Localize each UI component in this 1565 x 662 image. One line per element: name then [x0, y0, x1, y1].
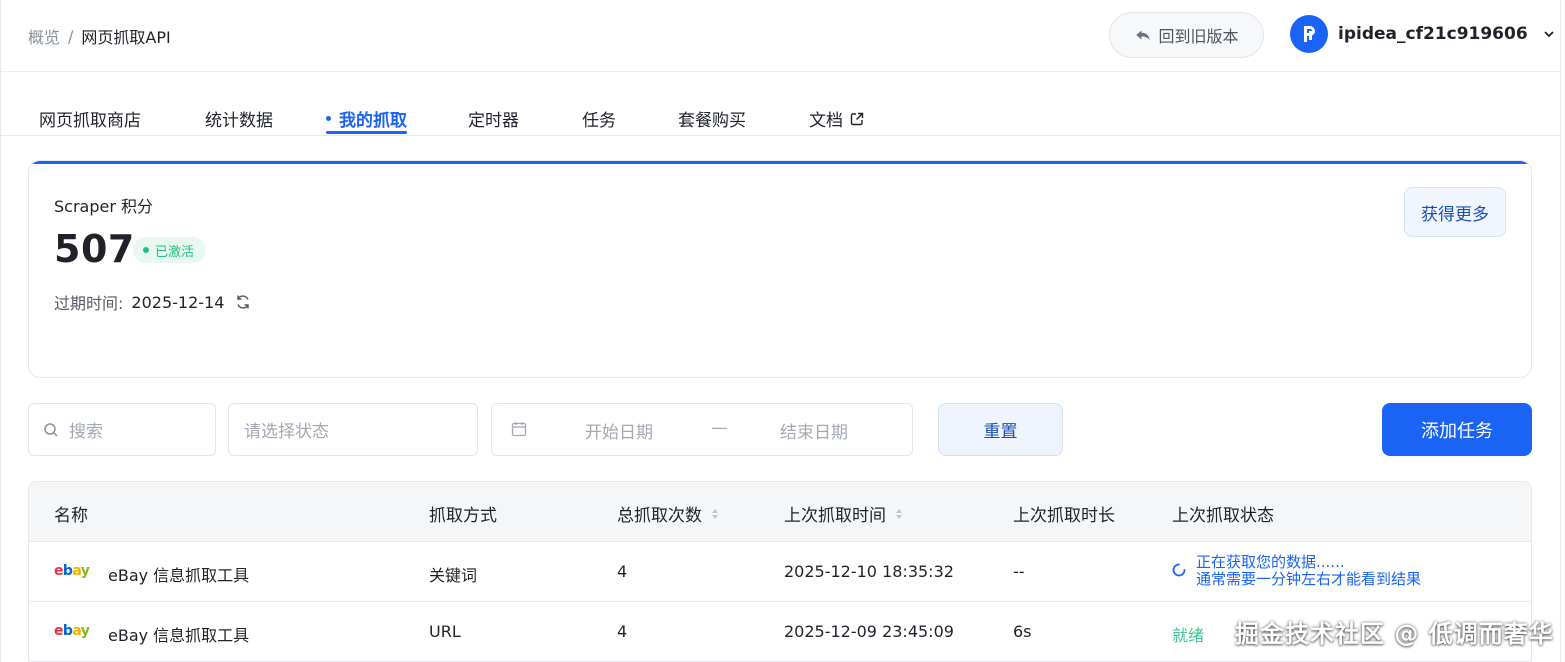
card-accent-line — [29, 161, 1531, 164]
scraper-credits-card: Scraper 积分 507 已激活 过期时间: 2025-12-14 获得更多 — [28, 160, 1532, 378]
tab-my-scrapes[interactable]: 我的抓取 — [326, 106, 407, 131]
reply-arrow-icon — [1136, 30, 1151, 41]
row-status-running: 正在获取您的数据...... 通常需要一分钟左右才能看到结果 — [1172, 554, 1421, 588]
column-header-last-duration: 上次抓取时长 — [1013, 501, 1115, 526]
expire-label: 过期时间: — [54, 294, 124, 313]
row-last-time: 2025-12-09 23:45:09 — [784, 622, 954, 641]
row-method: URL — [429, 622, 461, 641]
username: ipidea_cf21c919606 — [1338, 24, 1528, 44]
tab-label: 网页抓取商店 — [39, 111, 141, 131]
ebay-logo-icon: ebay — [54, 623, 90, 639]
sort-icon[interactable] — [710, 507, 720, 521]
status-line-2: 通常需要一分钟左右才能看到结果 — [1196, 570, 1422, 588]
breadcrumb-current: 网页抓取API — [81, 28, 171, 47]
back-button-label: 回到旧版本 — [1158, 27, 1239, 46]
active-tab-indicator — [326, 131, 407, 134]
tab-scheduler[interactable]: 定时器 — [468, 106, 519, 131]
row-method: 关键词 — [429, 566, 478, 585]
row-count: 4 — [617, 622, 628, 641]
breadcrumb-root[interactable]: 概览 — [28, 24, 60, 48]
status-select[interactable]: 请选择状态 — [228, 403, 478, 456]
credits-value: 507 — [54, 227, 135, 271]
tab-tasks[interactable]: 任务 — [582, 106, 616, 131]
search-input[interactable]: 搜索 — [28, 403, 216, 456]
tab-label: 统计数据 — [205, 111, 273, 131]
reset-button[interactable]: 重置 — [938, 403, 1063, 456]
breadcrumb: 概览 / 网页抓取API — [28, 24, 171, 48]
table-row[interactable]: ebay eBay 信息抓取工具 关键词 4 2025-12-10 18:35:… — [29, 542, 1531, 602]
user-menu[interactable]: ipidea_cf21c919606 — [1290, 15, 1556, 53]
back-to-old-version-button[interactable]: 回到旧版本 — [1109, 12, 1264, 58]
credits-title: Scraper 积分 — [54, 197, 154, 216]
end-date-input[interactable]: 结束日期 — [780, 418, 848, 443]
row-status-ready: 就绪 — [1172, 626, 1205, 645]
status-message: 正在获取您的数据...... 通常需要一分钟左右才能看到结果 — [1196, 554, 1421, 588]
chevron-down-icon — [1544, 31, 1554, 38]
row-name[interactable]: eBay 信息抓取工具 — [108, 562, 249, 586]
tab-label: 任务 — [582, 111, 616, 131]
search-icon — [44, 422, 58, 437]
column-label: 上次抓取时间 — [784, 506, 886, 526]
tab-label: 套餐购买 — [678, 111, 746, 131]
start-date-input[interactable]: 开始日期 — [585, 418, 653, 443]
add-task-button[interactable]: 添加任务 — [1382, 403, 1532, 456]
status-badge: 已激活 — [133, 237, 207, 263]
watermark: 掘金技术社区 @ 低调而奢华 — [1235, 620, 1554, 648]
tab-label: 我的抓取 — [339, 111, 407, 131]
row-last-time: 2025-12-10 18:35:32 — [784, 562, 954, 581]
status-dot-icon — [143, 247, 149, 253]
expire-info: 过期时间: 2025-12-14 — [54, 290, 252, 314]
column-header-last-status: 上次抓取状态 — [1172, 501, 1274, 526]
date-separator: — — [711, 418, 728, 438]
status-placeholder: 请选择状态 — [244, 422, 329, 442]
row-count: 4 — [617, 562, 628, 581]
tab-scraper-store[interactable]: 网页抓取商店 — [39, 106, 141, 131]
column-label: 名称 — [54, 506, 88, 526]
column-header-total-count[interactable]: 总抓取次数 — [617, 501, 720, 526]
row-duration: 6s — [1013, 622, 1032, 641]
table-header: 名称 抓取方式 总抓取次数 上次抓取时间 上次抓取时长 上次抓取状态 — [29, 482, 1531, 542]
search-placeholder: 搜索 — [69, 422, 103, 442]
row-name[interactable]: eBay 信息抓取工具 — [108, 622, 249, 646]
tab-statistics[interactable]: 统计数据 — [205, 106, 273, 131]
get-more-button[interactable]: 获得更多 — [1404, 187, 1506, 237]
status-line-1: 正在获取您的数据...... — [1196, 553, 1345, 571]
tab-plan-purchase[interactable]: 套餐购买 — [678, 106, 746, 131]
refresh-icon[interactable] — [234, 293, 252, 311]
tab-bar: 网页抓取商店 统计数据 我的抓取 定时器 任务 套餐购买 文档 — [1, 72, 1562, 136]
calendar-icon — [511, 422, 527, 437]
column-header-last-time[interactable]: 上次抓取时间 — [784, 501, 904, 526]
external-link-icon — [850, 112, 864, 125]
column-label: 上次抓取状态 — [1172, 506, 1274, 526]
column-header-method: 抓取方式 — [429, 501, 497, 526]
status-badge-label: 已激活 — [155, 244, 195, 260]
loading-spinner-icon — [1172, 563, 1186, 577]
top-header: 概览 / 网页抓取API 回到旧版本 ipidea_cf21c919606 — [1, 0, 1562, 72]
avatar — [1290, 15, 1328, 53]
column-label: 上次抓取时长 — [1013, 506, 1115, 526]
ebay-logo-icon: ebay — [54, 563, 90, 579]
sort-icon[interactable] — [894, 507, 904, 521]
column-label: 总抓取次数 — [617, 506, 702, 526]
expire-value: 2025-12-14 — [131, 292, 225, 312]
tab-docs[interactable]: 文档 — [809, 106, 865, 131]
page-frame: 概览 / 网页抓取API 回到旧版本 ipidea_cf21c919606 网页… — [0, 0, 1562, 662]
column-header-name: 名称 — [54, 501, 88, 526]
breadcrumb-separator: / — [68, 26, 74, 46]
tab-label: 定时器 — [468, 111, 519, 131]
date-range-picker[interactable]: 开始日期 — 结束日期 — [491, 403, 913, 456]
column-label: 抓取方式 — [429, 506, 497, 526]
row-duration: -- — [1013, 562, 1025, 581]
brand-logo-icon — [1304, 26, 1315, 42]
tab-label: 文档 — [809, 111, 843, 131]
